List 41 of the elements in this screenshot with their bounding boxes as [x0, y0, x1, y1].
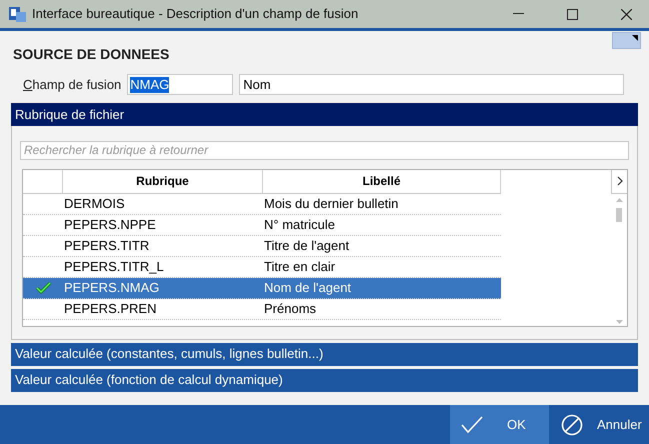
maximize-icon[interactable]: [567, 8, 578, 20]
field-label: Champ de fusion: [23, 76, 122, 94]
table-cell-text: PEPERS.NMAG: [63, 278, 160, 297]
table-cell-text: Mois du dernier bulletin: [263, 194, 400, 213]
table-cell-text: PEPERS.TITR: [63, 236, 150, 255]
dropdown-button[interactable]: [612, 32, 641, 49]
close-icon[interactable]: [621, 8, 632, 20]
window-title: Interface bureautique - Description d'un champ de fusion: [32, 5, 358, 24]
minimize-icon[interactable]: [513, 13, 524, 15]
chevron-right-icon: [616, 176, 622, 186]
table-cell-text: DERMOIS: [63, 194, 126, 213]
prohibited-icon: [561, 414, 583, 436]
table-cell-text: PEPERS.PREN: [63, 300, 158, 318]
code-field[interactable]: NMAG: [127, 74, 234, 95]
table-cell-text: PEPERS.NPPE: [63, 216, 157, 234]
table-row[interactable]: PEPERS.TITR Titre de l'agent: [23, 236, 501, 256]
panel-header[interactable]: Rubrique de fichier: [11, 103, 638, 126]
panel-header[interactable]: Valeur calculée (fonction de calcul dynamique): [11, 368, 638, 392]
table-cell-text: Titre de l'agent: [263, 236, 350, 255]
table-cell-text: PEPERS.TITR_L: [63, 258, 165, 276]
table-cell-text: Titre en clair: [263, 258, 336, 276]
table-cell-text: Prénoms: [263, 300, 318, 318]
scrollbar-thumb[interactable]: [616, 208, 622, 222]
table-row[interactable]: PEPERS.NPPE N° matricule: [23, 214, 501, 236]
scroll-right-button[interactable]: [611, 170, 627, 194]
search-field[interactable]: Rechercher la rubrique à retourner: [20, 140, 629, 160]
app-icon: [9, 6, 26, 22]
table-row[interactable]: PEPERS.NMAG Nom de l'agent: [23, 278, 501, 298]
table-row[interactable]: PEPERS.PREN Prénoms: [23, 298, 501, 320]
ok-button[interactable]: OK: [450, 405, 549, 444]
table-cell-text: N° matricule: [263, 216, 336, 234]
panel-header[interactable]: Valeur calculée (constantes, cumuls, lignes bulletin...): [11, 342, 638, 366]
column-header[interactable]: Rubrique: [63, 170, 263, 192]
check-icon: [36, 282, 50, 294]
section-title: SOURCE DE DONNEES: [13, 45, 170, 64]
check-icon: [461, 416, 483, 434]
triangle-icon: [632, 35, 638, 41]
table-row[interactable]: DERMOIS Mois du dernier bulletin: [23, 194, 501, 214]
description-field[interactable]: Nom: [239, 74, 624, 95]
column-header[interactable]: Libellé: [263, 170, 501, 192]
table-cell-text: Nom de l'agent: [263, 278, 352, 297]
